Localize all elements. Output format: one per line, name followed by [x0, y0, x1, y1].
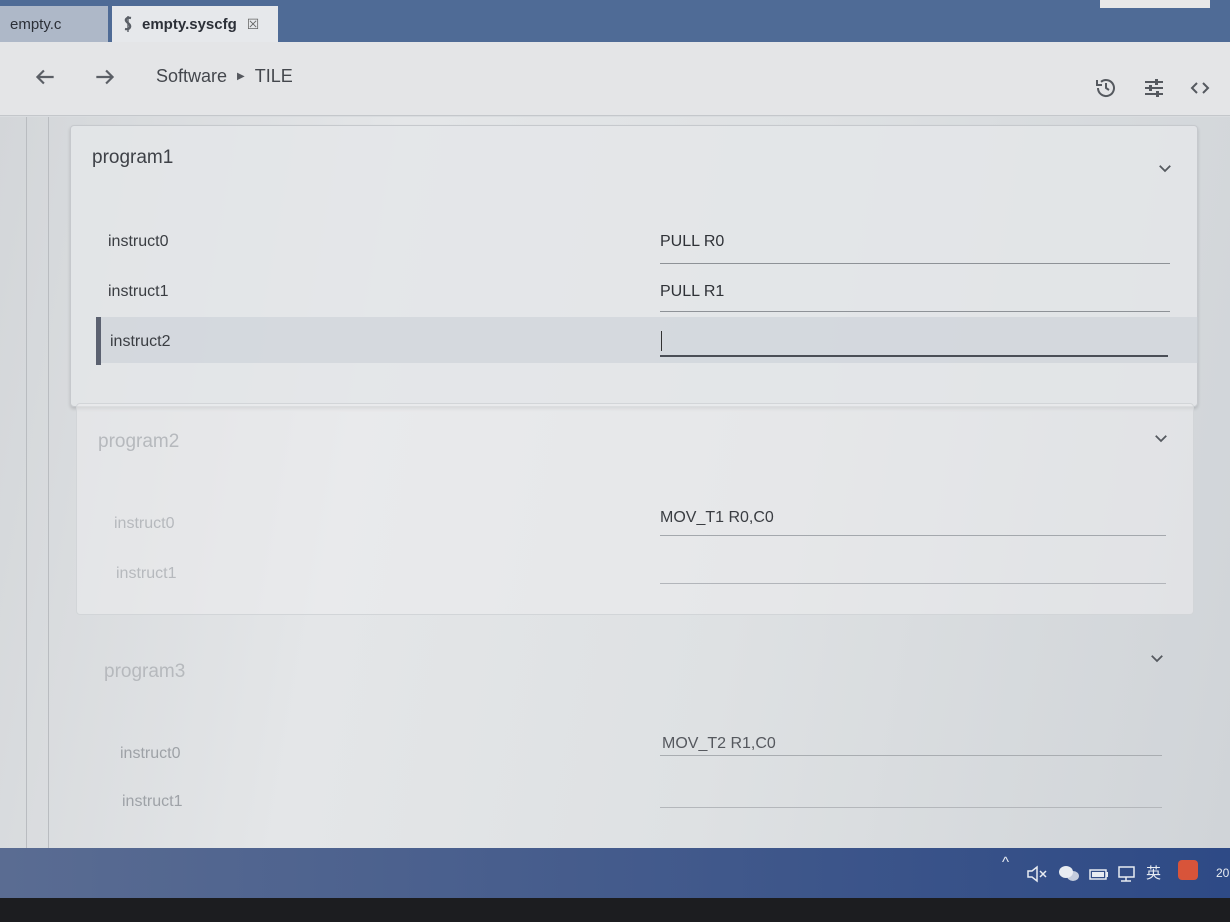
field-underline: [660, 755, 1162, 756]
gutter-line: [26, 117, 27, 857]
battery-icon[interactable]: [1088, 864, 1110, 884]
back-arrow-icon[interactable]: [32, 64, 58, 90]
history-icon[interactable]: [1094, 76, 1118, 100]
field-underline: [660, 311, 1170, 312]
tab-empty-c[interactable]: empty.c: [0, 6, 108, 42]
breadcrumb-software[interactable]: Software: [156, 66, 227, 87]
configuration-header: Software ▶ TILE: [0, 42, 1230, 116]
program3-instruct1-label: instruct1: [122, 793, 183, 810]
program1-instruct0-label: instruct0: [108, 233, 169, 250]
forward-arrow-icon[interactable]: [92, 64, 118, 90]
program1-instruct2-input[interactable]: [660, 327, 1168, 357]
editor-tab-bar: empty.c empty.syscfg ☒: [0, 0, 1230, 42]
chevron-down-icon[interactable]: [1152, 429, 1170, 447]
gutter-line: [48, 117, 49, 857]
breadcrumb-tile: TILE: [254, 66, 293, 86]
sogou-input-icon[interactable]: [1178, 860, 1198, 880]
settings-sliders-icon[interactable]: [1142, 76, 1166, 100]
breadcrumb-separator-icon: ▶: [237, 71, 245, 82]
close-tab-icon[interactable]: ☒: [247, 16, 260, 33]
program3-card: [80, 627, 1192, 867]
breadcrumb: Software ▶ TILE: [156, 66, 293, 87]
window-controls: [1100, 0, 1210, 8]
program1-instruct1-field[interactable]: PULL R1: [660, 283, 724, 301]
field-underline: [660, 535, 1166, 536]
network-icon[interactable]: [1116, 864, 1138, 884]
clock-fragment: 20: [1216, 866, 1230, 880]
program1-title[interactable]: program1: [92, 147, 173, 169]
field-underline: [660, 807, 1162, 808]
syscfg-file-icon: [124, 16, 132, 32]
speaker-muted-icon[interactable]: [1026, 864, 1048, 884]
program1-instruct2-label: instruct2: [110, 333, 171, 350]
program3-instruct0-label: instruct0: [120, 745, 181, 762]
tab-label: empty.c: [10, 15, 62, 33]
code-view-icon[interactable]: [1188, 76, 1212, 100]
program-list-panel: program1 instruct0 PULL R0 instruct1 PUL…: [0, 117, 1230, 857]
tab-empty-syscfg[interactable]: empty.syscfg ☒: [112, 6, 278, 42]
wechat-icon[interactable]: [1058, 864, 1080, 884]
program2-instruct0-label: instruct0: [114, 515, 175, 532]
field-underline: [660, 263, 1170, 264]
program3-title[interactable]: program3: [104, 661, 185, 683]
tab-label: empty.syscfg: [142, 15, 237, 33]
program1-instruct1-label: instruct1: [108, 283, 169, 300]
os-taskbar: ^ 英 20: [0, 848, 1230, 898]
program1-instruct0-field[interactable]: PULL R0: [660, 233, 724, 251]
text-cursor: [661, 331, 662, 351]
monitor-bezel: [0, 898, 1230, 922]
tray-expand-chevron-icon[interactable]: ^: [1002, 854, 1009, 874]
ime-indicator[interactable]: 英: [1146, 862, 1161, 882]
chevron-down-icon[interactable]: [1156, 159, 1174, 177]
program2-title[interactable]: program2: [98, 431, 179, 453]
selected-row-indicator: [96, 317, 101, 365]
program1-card: [70, 125, 1198, 407]
chevron-down-icon[interactable]: [1148, 649, 1166, 667]
program3-instruct0-field[interactable]: MOV_T2 R1,C0: [662, 735, 776, 753]
field-underline: [660, 583, 1166, 584]
program2-instruct0-field[interactable]: MOV_T1 R0,C0: [660, 509, 774, 527]
program2-instruct1-label: instruct1: [116, 565, 177, 582]
